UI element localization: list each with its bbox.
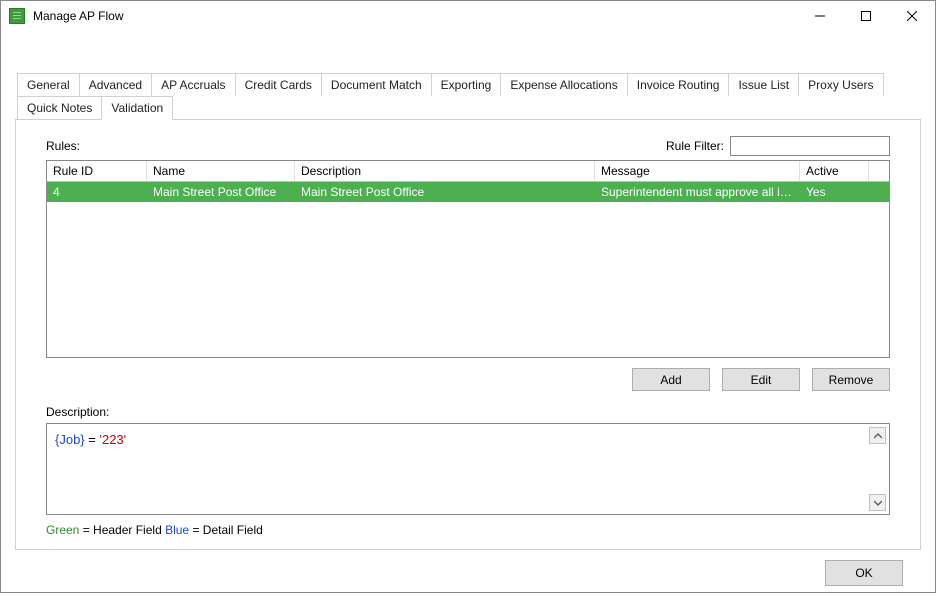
tab-advanced[interactable]: Advanced xyxy=(79,73,152,96)
minimize-button[interactable] xyxy=(797,1,843,31)
cell-active: Yes xyxy=(800,182,869,202)
tab-exporting[interactable]: Exporting xyxy=(431,73,502,96)
grid-button-row: Add Edit Remove xyxy=(46,368,890,391)
cell-message: Superintendent must approve all invoic..… xyxy=(595,182,800,202)
col-active[interactable]: Active xyxy=(800,161,869,181)
window-title: Manage AP Flow xyxy=(33,9,797,23)
tab-proxy-users[interactable]: Proxy Users xyxy=(798,73,883,96)
scroll-down-button[interactable] xyxy=(869,494,886,511)
app-icon xyxy=(9,8,25,24)
cell-rule-id: 4 xyxy=(47,182,147,202)
rules-header-row: Rules: Rule Filter: xyxy=(46,136,890,156)
tab-expense-allocations[interactable]: Expense Allocations xyxy=(500,73,627,96)
rules-grid[interactable]: Rule ID Name Description Message Active … xyxy=(46,160,890,358)
chevron-up-icon xyxy=(874,432,882,440)
validation-panel: Rules: Rule Filter: Rule ID Name Descrip… xyxy=(16,119,920,549)
cell-name: Main Street Post Office xyxy=(147,182,295,202)
table-row[interactable]: 4Main Street Post OfficeMain Street Post… xyxy=(47,182,889,202)
rule-filter-label: Rule Filter: xyxy=(666,139,724,153)
col-description[interactable]: Description xyxy=(295,161,595,181)
tab-strip: GeneralAdvancedAP AccrualsCredit CardsDo… xyxy=(15,45,921,119)
content-area: GeneralAdvancedAP AccrualsCredit CardsDo… xyxy=(1,31,935,610)
description-box[interactable]: {Job} = '223' xyxy=(46,423,890,515)
expr-op: = xyxy=(85,432,100,447)
tab-credit-cards[interactable]: Credit Cards xyxy=(235,73,322,96)
tab-document-match[interactable]: Document Match xyxy=(321,73,432,96)
grid-body: 4Main Street Post OfficeMain Street Post… xyxy=(47,182,889,357)
tab-invoice-routing[interactable]: Invoice Routing xyxy=(627,73,730,96)
legend-blue-text: = Detail Field xyxy=(189,523,263,537)
cell-description: Main Street Post Office xyxy=(295,182,595,202)
chevron-down-icon xyxy=(874,499,882,507)
legend-green-text: = Header Field xyxy=(79,523,165,537)
legend: Green = Header Field Blue = Detail Field xyxy=(46,523,890,537)
col-rule-id[interactable]: Rule ID xyxy=(47,161,147,181)
close-button[interactable] xyxy=(889,1,935,31)
description-label: Description: xyxy=(46,405,890,419)
add-button[interactable]: Add xyxy=(632,368,710,391)
col-name[interactable]: Name xyxy=(147,161,295,181)
legend-blue-label: Blue xyxy=(165,523,189,537)
rule-filter-input[interactable] xyxy=(730,136,890,156)
tab-issue-list[interactable]: Issue List xyxy=(728,73,799,96)
grid-header: Rule ID Name Description Message Active xyxy=(47,161,889,182)
window-controls xyxy=(797,1,935,31)
tab-panel: Rules: Rule Filter: Rule ID Name Descrip… xyxy=(15,119,921,550)
app-window: Manage AP Flow GeneralAdvancedAP Accrual… xyxy=(0,0,936,593)
ok-button[interactable]: OK xyxy=(825,560,903,586)
tab-quick-notes[interactable]: Quick Notes xyxy=(17,96,102,119)
tab-general[interactable]: General xyxy=(17,73,80,96)
maximize-icon xyxy=(861,11,871,21)
minimize-icon xyxy=(815,11,825,21)
maximize-button[interactable] xyxy=(843,1,889,31)
titlebar: Manage AP Flow xyxy=(1,1,935,31)
col-message[interactable]: Message xyxy=(595,161,800,181)
expr-field-token: {Job} xyxy=(55,432,85,447)
scroll-up-button[interactable] xyxy=(869,427,886,444)
rules-label: Rules: xyxy=(46,139,666,153)
tab-ap-accruals[interactable]: AP Accruals xyxy=(151,73,235,96)
close-icon xyxy=(907,11,917,21)
edit-button[interactable]: Edit xyxy=(722,368,800,391)
remove-button[interactable]: Remove xyxy=(812,368,890,391)
expr-value-token: '223' xyxy=(99,432,126,447)
legend-green-label: Green xyxy=(46,523,79,537)
tab-validation[interactable]: Validation xyxy=(101,96,173,120)
